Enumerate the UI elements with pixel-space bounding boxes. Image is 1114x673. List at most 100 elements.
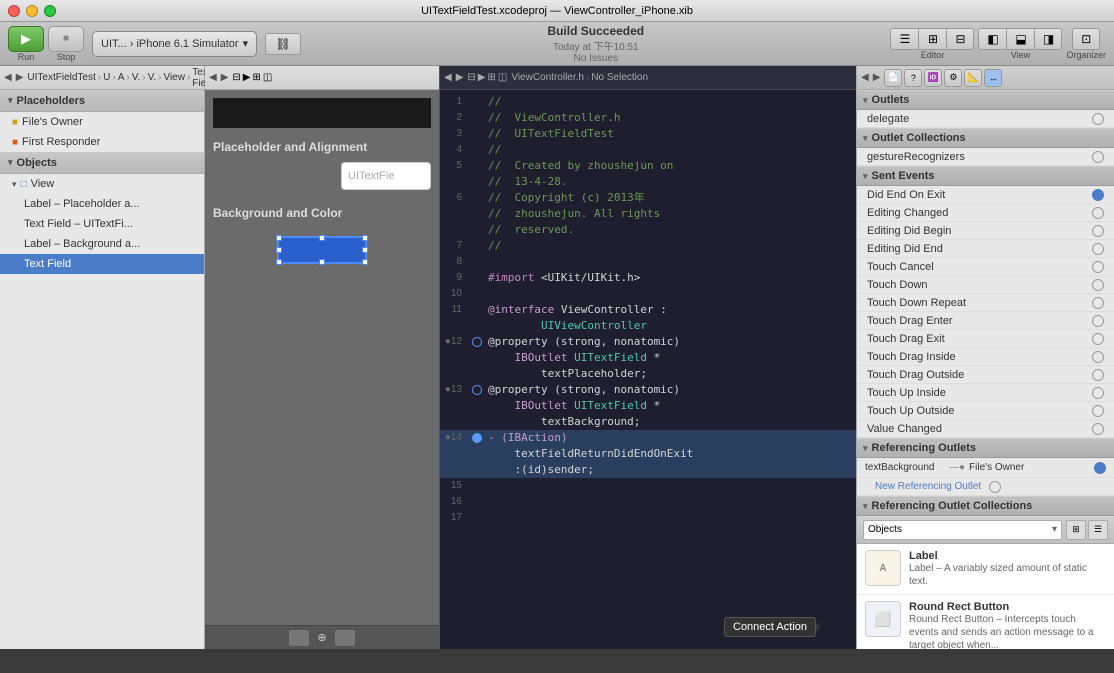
bc-no-selection[interactable]: No Selection <box>591 72 648 83</box>
outlet-delegate-circle[interactable] <box>1092 113 1104 125</box>
tree-label2-item[interactable]: Label – Background a... <box>0 234 204 254</box>
event-touch-drag-exit-circle[interactable] <box>1092 333 1104 345</box>
new-refoutlet-circle[interactable] <box>989 481 1001 493</box>
handle-bc[interactable] <box>319 259 325 265</box>
outlets-toggle[interactable]: ▾ <box>863 95 868 106</box>
tree-textfield2-item[interactable]: Text Field <box>0 254 204 274</box>
outlet-delegate-label: delegate <box>867 113 1092 125</box>
organizer-group: ⊡ Organizer <box>1066 28 1106 60</box>
event-touch-up-outside-circle[interactable] <box>1092 405 1104 417</box>
objects-selector[interactable]: Objects ▾ <box>863 520 1062 540</box>
event-touch-drag-enter-circle[interactable] <box>1092 315 1104 327</box>
event-touch-drag-inside-circle[interactable] <box>1092 351 1104 363</box>
event-editing-did-begin-label: Editing Did Begin <box>867 225 1092 237</box>
right-nav-back[interactable]: ◀ <box>861 72 869 83</box>
canvas-selected-element[interactable] <box>277 232 367 268</box>
breakpoints-button[interactable]: ⛓ <box>265 33 301 55</box>
bc-uitextfieldtest[interactable]: UITextFieldTest <box>27 72 95 83</box>
bc-u[interactable]: U <box>103 72 110 83</box>
quick-help-btn[interactable]: ? <box>904 69 922 87</box>
gesture-recognizers-label: gestureRecognizers <box>867 151 1092 163</box>
handle-tc[interactable] <box>319 235 325 241</box>
handle-ml[interactable] <box>276 247 282 253</box>
right-panel-toggle[interactable]: ◨ <box>1034 28 1062 50</box>
refoutlet-indicator[interactable] <box>1094 462 1106 474</box>
canvas-textfield[interactable]: UITextFie <box>341 162 431 190</box>
window-controls[interactable] <box>8 5 56 17</box>
handle-br[interactable] <box>362 259 368 265</box>
connections-inspector-btn[interactable]: ↔ <box>984 69 1002 87</box>
gesture-recognizers-circle[interactable] <box>1092 151 1104 163</box>
obj-grid-view[interactable]: ⊞ <box>1066 520 1086 540</box>
canvas-next-btn[interactable] <box>335 630 355 646</box>
objects-toggle[interactable]: ▾ <box>8 157 13 168</box>
scheme-selector[interactable]: UIT... › iPhone 6.1 Simulator ▾ <box>92 31 257 57</box>
obj-list-view[interactable]: ☰ <box>1088 520 1108 540</box>
bottom-panel-toggle[interactable]: ⬓ <box>1006 28 1034 50</box>
right-nav-forward[interactable]: ▶ <box>873 72 881 83</box>
bc-view[interactable]: View <box>163 72 185 83</box>
maximize-button[interactable] <box>44 5 56 17</box>
size-inspector-btn[interactable]: 📐 <box>964 69 982 87</box>
event-editing-did-end-circle[interactable] <box>1092 243 1104 255</box>
minimize-button[interactable] <box>26 5 38 17</box>
code-line-6b: // zhoushejun. All rights <box>440 206 856 222</box>
bc-controller[interactable]: ViewController.h <box>511 72 584 83</box>
roc-toggle[interactable]: ▾ <box>863 501 868 512</box>
placeholders-toggle[interactable]: ▾ <box>8 95 13 106</box>
tree-toggle[interactable]: ▾ <box>12 179 17 190</box>
version-editor-button[interactable]: ⊟ <box>946 28 974 50</box>
toolbar: Run Stop UIT... › iPhone 6.1 Simulator ▾… <box>0 22 1114 66</box>
canvas-plus-icon[interactable]: ⊕ <box>317 631 326 644</box>
standard-editor-button[interactable]: ☰ <box>890 28 918 50</box>
run-button[interactable] <box>8 26 44 52</box>
code-body[interactable]: 1 // 2 // ViewController.h 3 // UITextFi… <box>440 90 856 649</box>
tree-view-item[interactable]: ▾ □ View <box>0 174 204 194</box>
selected-box[interactable] <box>277 236 367 264</box>
canvas-prev-btn[interactable] <box>289 630 309 646</box>
event-editing-changed-circle[interactable] <box>1092 207 1104 219</box>
first-responder-item[interactable]: ■ First Responder <box>0 132 204 152</box>
event-touch-down-repeat-circle[interactable] <box>1092 297 1104 309</box>
stop-button[interactable] <box>48 26 84 52</box>
event-did-end-on-exit-indicator[interactable] <box>1092 189 1104 201</box>
nav-forward[interactable]: ▶ <box>16 72 24 83</box>
event-value-changed-circle[interactable] <box>1092 423 1104 435</box>
assistant-editor-button[interactable]: ⊞ <box>918 28 946 50</box>
obj-rrbutton-entry[interactable]: ⬜ Round Rect Button Round Rect Button – … <box>857 595 1114 649</box>
handle-bl[interactable] <box>276 259 282 265</box>
event-touch-down-circle[interactable] <box>1092 279 1104 291</box>
bc-v2[interactable]: V. <box>148 72 157 83</box>
event-touch-up-inside-circle[interactable] <box>1092 387 1104 399</box>
canvas-nav-back[interactable]: ◀ <box>209 72 217 83</box>
handle-tr[interactable] <box>362 235 368 241</box>
bc-a[interactable]: A <box>118 72 125 83</box>
code-nav-back[interactable]: ◀ <box>444 72 452 83</box>
se-toggle[interactable]: ▾ <box>863 171 868 182</box>
canvas-nav-forward[interactable]: ▶ <box>221 72 229 83</box>
event-editing-did-begin-circle[interactable] <box>1092 225 1104 237</box>
handle-tl[interactable] <box>276 235 282 241</box>
event-touch-drag-enter-label: Touch Drag Enter <box>867 315 1092 327</box>
nav-back[interactable]: ◀ <box>4 72 12 83</box>
event-touch-drag-outside-circle[interactable] <box>1092 369 1104 381</box>
tree-label1-item[interactable]: Label – Placeholder a... <box>0 194 204 214</box>
bc-v1[interactable]: V. <box>132 72 141 83</box>
event-touch-cancel-circle[interactable] <box>1092 261 1104 273</box>
tree-textfield2-label: Text Field <box>24 258 71 270</box>
attributes-inspector-btn[interactable]: ⚙ <box>944 69 962 87</box>
canvas-section2-label: Background and Color <box>213 206 431 220</box>
oc-toggle[interactable]: ▾ <box>863 133 868 144</box>
new-referencing-outlet[interactable]: New Referencing Outlet <box>857 478 1114 496</box>
close-button[interactable] <box>8 5 20 17</box>
ro-toggle[interactable]: ▾ <box>863 443 868 454</box>
obj-label-entry[interactable]: A Label Label – A variably sized amount … <box>857 544 1114 595</box>
tree-textfield1-item[interactable]: Text Field – UITextFi... <box>0 214 204 234</box>
left-panel-toggle[interactable]: ◧ <box>978 28 1006 50</box>
handle-mr[interactable] <box>362 247 368 253</box>
files-owner-item[interactable]: ■ File's Owner <box>0 112 204 132</box>
file-inspector-btn[interactable]: 📄 <box>884 69 902 87</box>
code-nav-forward[interactable]: ▶ <box>456 72 464 83</box>
identity-inspector-btn[interactable]: 🆔 <box>924 69 942 87</box>
organizer-button[interactable]: ⊡ <box>1072 28 1100 50</box>
